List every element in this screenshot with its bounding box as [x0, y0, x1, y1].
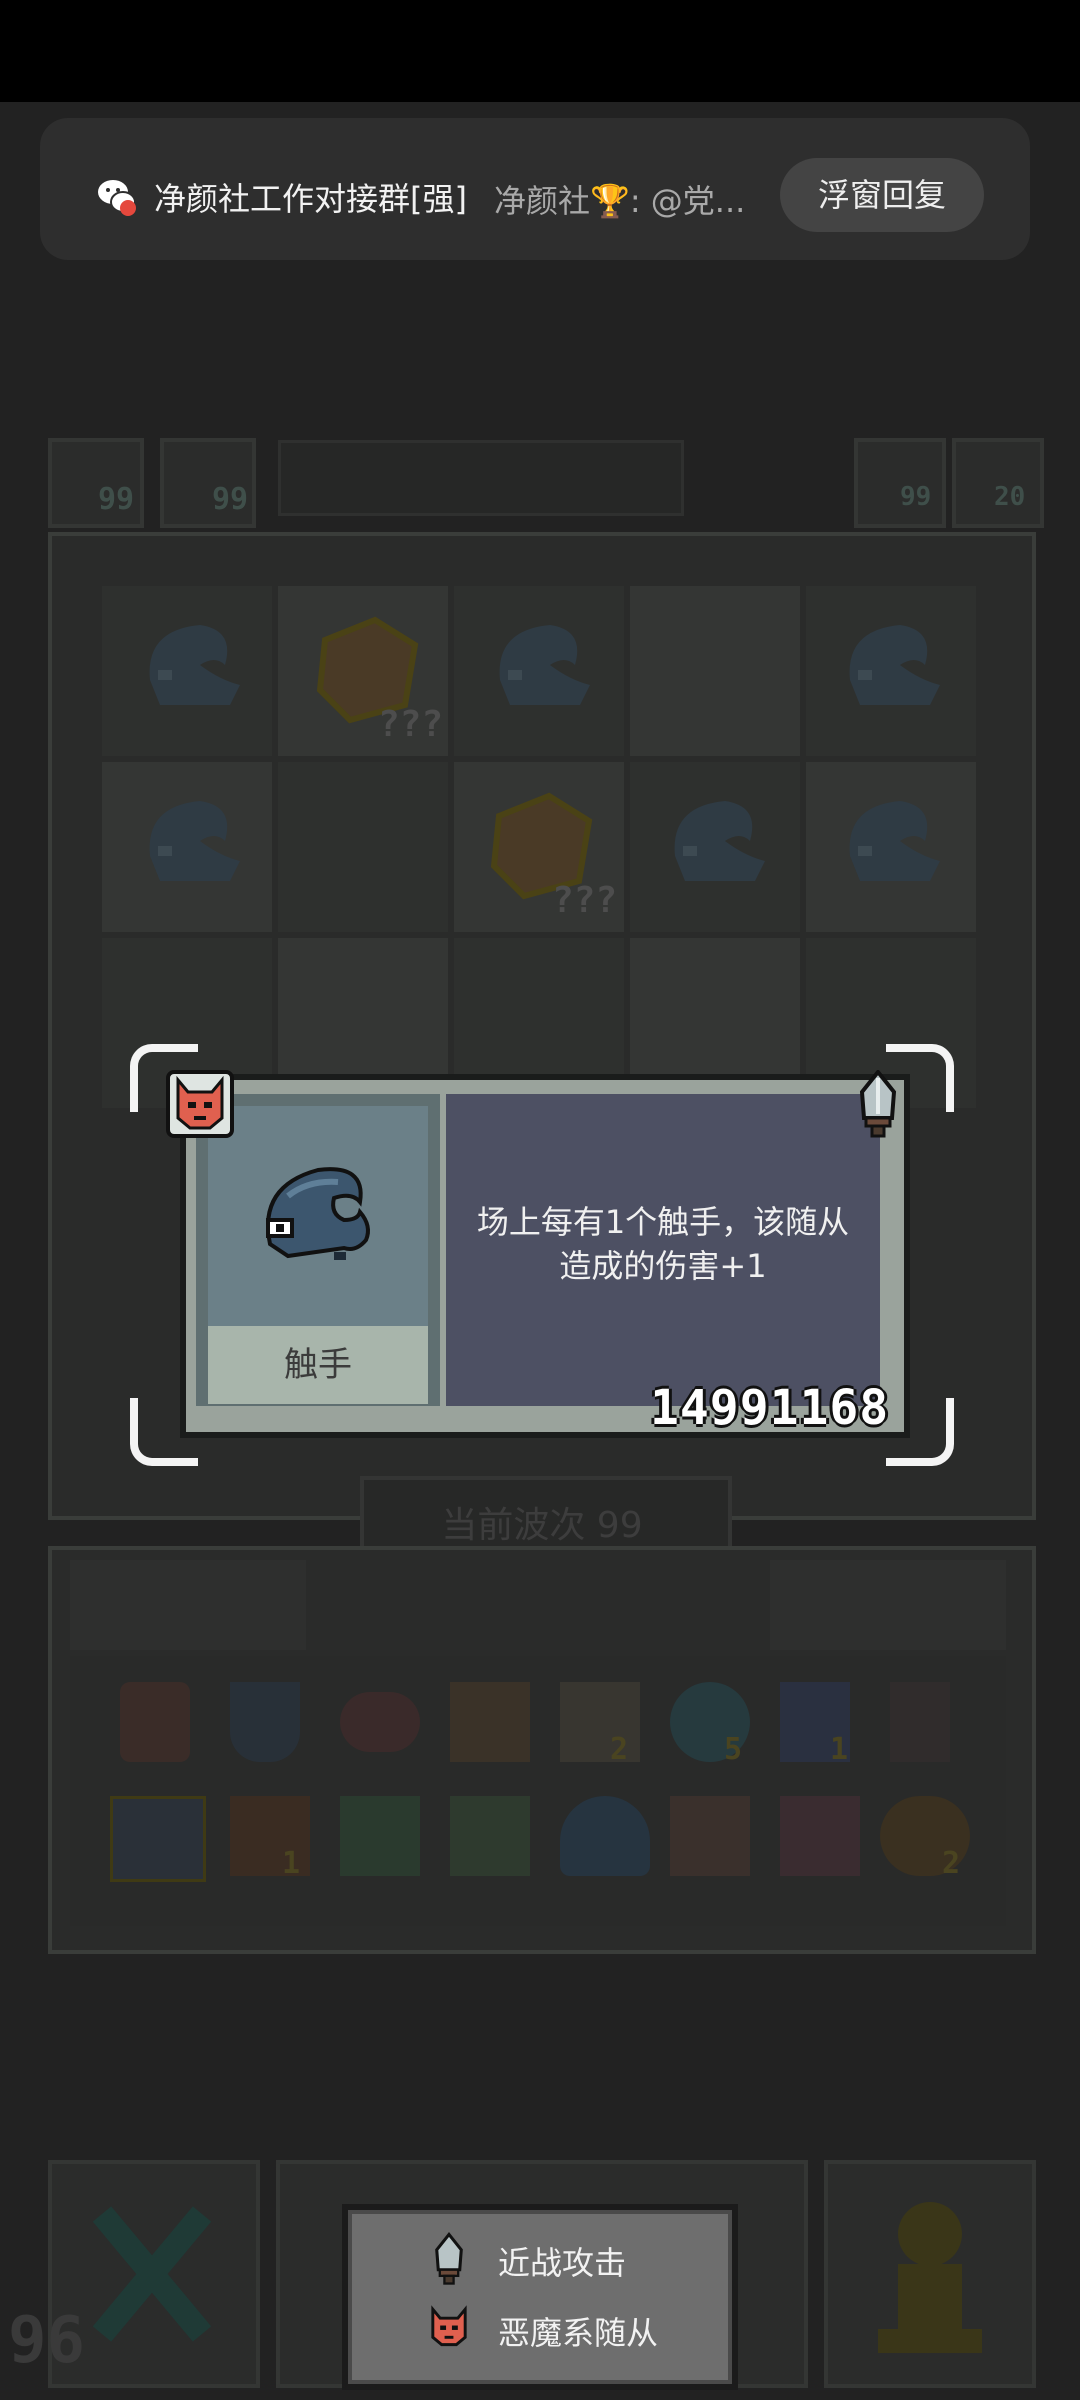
legend-label: 近战攻击 — [498, 2244, 627, 2282]
legend-label: 恶魔系随从 — [498, 2314, 659, 2352]
sword-icon — [848, 1068, 908, 1138]
demon-icon — [431, 2305, 467, 2347]
tentacle-icon — [266, 1167, 370, 1260]
notification-message: 净颜社🏆: @党... — [494, 182, 746, 220]
notification-title: 净颜社工作对接群[强] — [154, 180, 467, 218]
float-reply-button[interactable]: 浮窗回复 — [780, 158, 984, 232]
tooltip-unit-name: 触手 — [284, 1345, 352, 1385]
tooltip-portrait — [208, 1106, 428, 1326]
tooltip-description-line: 场上每有1个触手，该随从 — [476, 1203, 850, 1241]
tooltip-score: 14991168 — [650, 1380, 890, 1436]
legend-item-demon: 恶魔系随从 — [424, 2302, 724, 2356]
tooltip-description-line: 造成的伤害+1 — [559, 1247, 767, 1285]
tooltip-description: 场上每有1个触手，该随从 造成的伤害+1 — [446, 1200, 880, 1288]
sword-icon — [435, 2232, 463, 2285]
unit-tooltip: 触手 场上每有1个触手，该随从 造成的伤害+1 14991168 — [0, 0, 1080, 2400]
wechat-icon — [96, 176, 138, 218]
demon-icon — [166, 1070, 234, 1138]
legend-item-melee: 近战攻击 — [424, 2232, 724, 2286]
